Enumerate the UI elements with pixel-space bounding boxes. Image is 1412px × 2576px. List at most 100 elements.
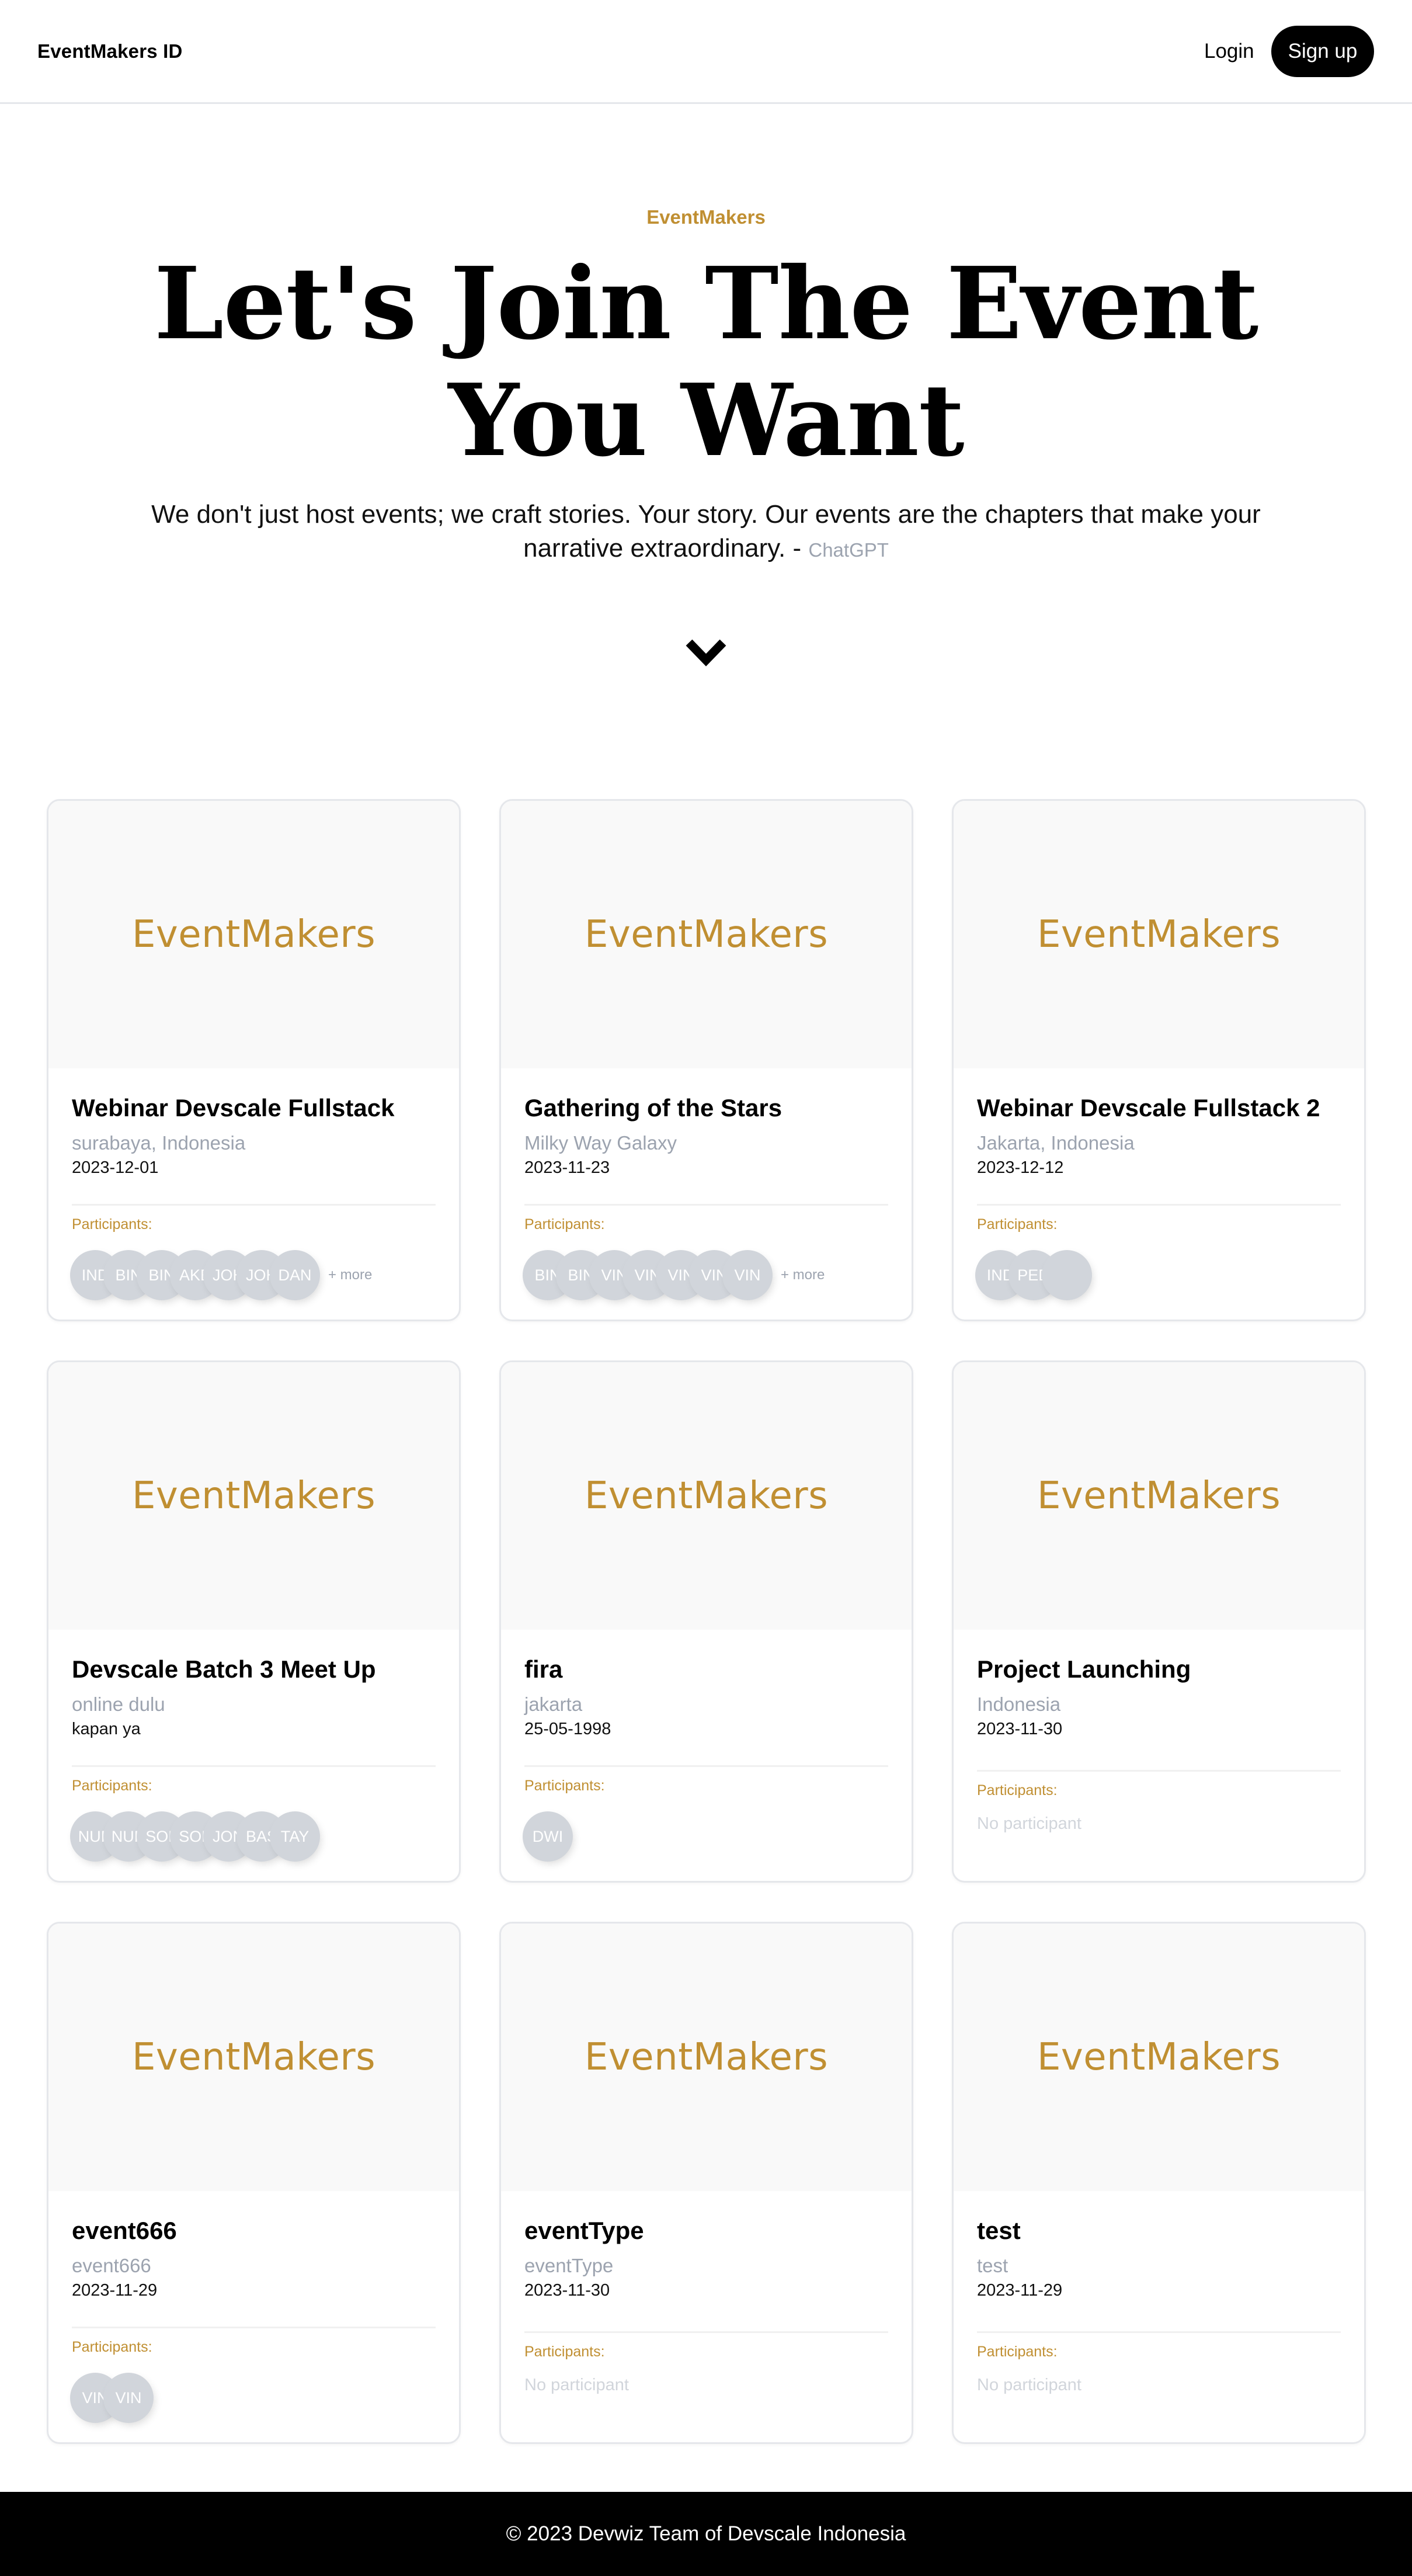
hero-eyebrow: EventMakers (646, 206, 766, 228)
participants-label: Participants: (72, 2339, 152, 2355)
event-image: EventMakers (48, 1362, 459, 1630)
chevron-down-icon[interactable] (684, 637, 728, 667)
participant-avatar[interactable]: VIN (105, 2374, 152, 2421)
participant-avatars: BIN BIN VIN VIN VIN VIN VIN + more (524, 1252, 825, 1299)
hero-title-line2: You Want (448, 362, 964, 479)
event-title[interactable]: Devscale Batch 3 Meet Up (72, 1654, 376, 1685)
participant-avatar[interactable]: DWI (524, 1813, 571, 1860)
card-divider (977, 2331, 1341, 2333)
signup-button[interactable]: Sign up (1271, 26, 1374, 77)
event-image: EventMakers (48, 1924, 459, 2191)
participants-label: Participants: (977, 1782, 1058, 1799)
brand-logo[interactable]: EventMakers ID (37, 40, 183, 63)
hero-subtitle-text: We don't just host events; we craft stor… (151, 500, 1261, 563)
event-image-logo: EventMakers (131, 913, 376, 956)
card-divider (977, 1770, 1341, 1772)
event-card[interactable]: EventMakers Devscale Batch 3 Meet Up onl… (47, 1360, 461, 1883)
event-title[interactable]: event666 (72, 2216, 177, 2246)
participant-avatars: IND PED (977, 1252, 1090, 1299)
card-divider (524, 1204, 888, 1206)
event-image-logo: EventMakers (131, 2036, 376, 2079)
event-card[interactable]: EventMakers Project Launching Indonesia … (952, 1360, 1366, 1883)
event-image-logo: EventMakers (1037, 913, 1281, 956)
no-participant-text: No participant (524, 2376, 629, 2394)
event-location: Indonesia (977, 1693, 1061, 1715)
event-card[interactable]: EventMakers Gathering of the Stars Milky… (499, 799, 913, 1321)
event-date: 2023-11-23 (524, 1158, 610, 1177)
event-image: EventMakers (48, 801, 459, 1068)
event-date: 2023-11-29 (977, 2281, 1063, 2300)
hero-credit: ChatGPT (808, 539, 889, 561)
event-card[interactable]: EventMakers event666 event666 2023-11-29… (47, 1922, 461, 2444)
event-image-logo: EventMakers (584, 2036, 829, 2079)
no-participant-text: No participant (977, 2376, 1081, 2394)
card-divider (72, 1204, 436, 1206)
event-image: EventMakers (501, 1362, 912, 1630)
event-title[interactable]: Webinar Devscale Fullstack (72, 1093, 394, 1123)
participant-avatar[interactable]: DAN (272, 1252, 318, 1299)
login-link[interactable]: Login (1204, 39, 1254, 64)
event-card[interactable]: EventMakers eventType eventType 2023-11-… (499, 1922, 913, 2444)
event-date: 2023-11-30 (977, 1720, 1063, 1738)
participants-label: Participants: (977, 1216, 1058, 1233)
participants-label: Participants: (524, 2344, 605, 2360)
event-title[interactable]: eventType (524, 2216, 644, 2246)
event-location: Milky Way Galaxy (524, 1132, 677, 1154)
event-card[interactable]: EventMakers Webinar Devscale Fullstack 2… (952, 799, 1366, 1321)
event-location: online dulu (72, 1693, 165, 1715)
event-title[interactable]: Webinar Devscale Fullstack 2 (977, 1093, 1320, 1123)
event-location: Jakarta, Indonesia (977, 1132, 1135, 1154)
more-participants-link[interactable]: + more (781, 1267, 825, 1283)
event-title[interactable]: Project Launching (977, 1654, 1191, 1685)
participant-avatars: NUR NUR SOF SOF JON BAS TAY (72, 1813, 318, 1860)
participants-label: Participants: (72, 1777, 152, 1794)
participant-avatar[interactable]: VIN (724, 1252, 771, 1299)
event-date: 25-05-1998 (524, 1720, 611, 1738)
event-location: surabaya, Indonesia (72, 1132, 246, 1154)
event-image-logo: EventMakers (1037, 1474, 1281, 1518)
event-image-logo: EventMakers (584, 1474, 829, 1518)
event-date: 2023-11-30 (524, 2281, 610, 2300)
event-image: EventMakers (954, 801, 1364, 1068)
participant-avatars: DWI (524, 1813, 571, 1860)
event-location: test (977, 2255, 1008, 2276)
event-image-logo: EventMakers (584, 913, 829, 956)
event-image: EventMakers (501, 1924, 912, 2191)
event-image: EventMakers (954, 1924, 1364, 2191)
hero-subtitle: We don't just host events; we craft stor… (151, 498, 1261, 567)
no-participant-text: No participant (977, 1814, 1081, 1833)
hero-title: Let's Join The Event You Want (151, 245, 1261, 479)
more-participants-link[interactable]: + more (328, 1267, 372, 1283)
event-card[interactable]: EventMakers Webinar Devscale Fullstack s… (47, 799, 461, 1321)
event-card[interactable]: EventMakers test test 2023-11-29 Partici… (952, 1922, 1366, 2444)
event-date: kapan ya (72, 1720, 141, 1738)
participants-label: Participants: (977, 2344, 1058, 2360)
event-title[interactable]: test (977, 2216, 1021, 2246)
event-card[interactable]: EventMakers fira jakarta 25-05-1998 Part… (499, 1360, 913, 1883)
event-location: event666 (72, 2255, 151, 2276)
event-location: jakarta (524, 1693, 583, 1715)
participant-avatars: VIN VIN (72, 2374, 152, 2421)
event-title[interactable]: Gathering of the Stars (524, 1093, 782, 1123)
event-image-logo: EventMakers (1037, 2036, 1281, 2079)
navbar: EventMakers ID Login Sign up (0, 0, 1412, 104)
footer: © 2023 Devwiz Team of Devscale Indonesia (0, 2492, 1412, 2576)
card-divider (72, 2327, 436, 2328)
participant-avatar[interactable] (1044, 1252, 1090, 1299)
participants-label: Participants: (72, 1216, 152, 1233)
card-divider (524, 2331, 888, 2333)
participants-label: Participants: (524, 1216, 605, 1233)
card-divider (524, 1765, 888, 1767)
participant-avatars: IND BIN BIN AKE JOH JOH DAN + more (72, 1252, 372, 1299)
card-divider (72, 1765, 436, 1767)
event-date: 2023-11-29 (72, 2281, 158, 2300)
event-image: EventMakers (501, 801, 912, 1068)
event-title[interactable]: fira (524, 1654, 562, 1685)
event-image: EventMakers (954, 1362, 1364, 1630)
participants-label: Participants: (524, 1777, 605, 1794)
card-divider (977, 1204, 1341, 1206)
event-location: eventType (524, 2255, 614, 2276)
footer-copyright: © 2023 Devwiz Team of Devscale Indonesia (506, 2522, 906, 2545)
participant-avatar[interactable]: TAY (272, 1813, 318, 1860)
hero-title-line1: Let's Join The Event (154, 245, 1258, 362)
